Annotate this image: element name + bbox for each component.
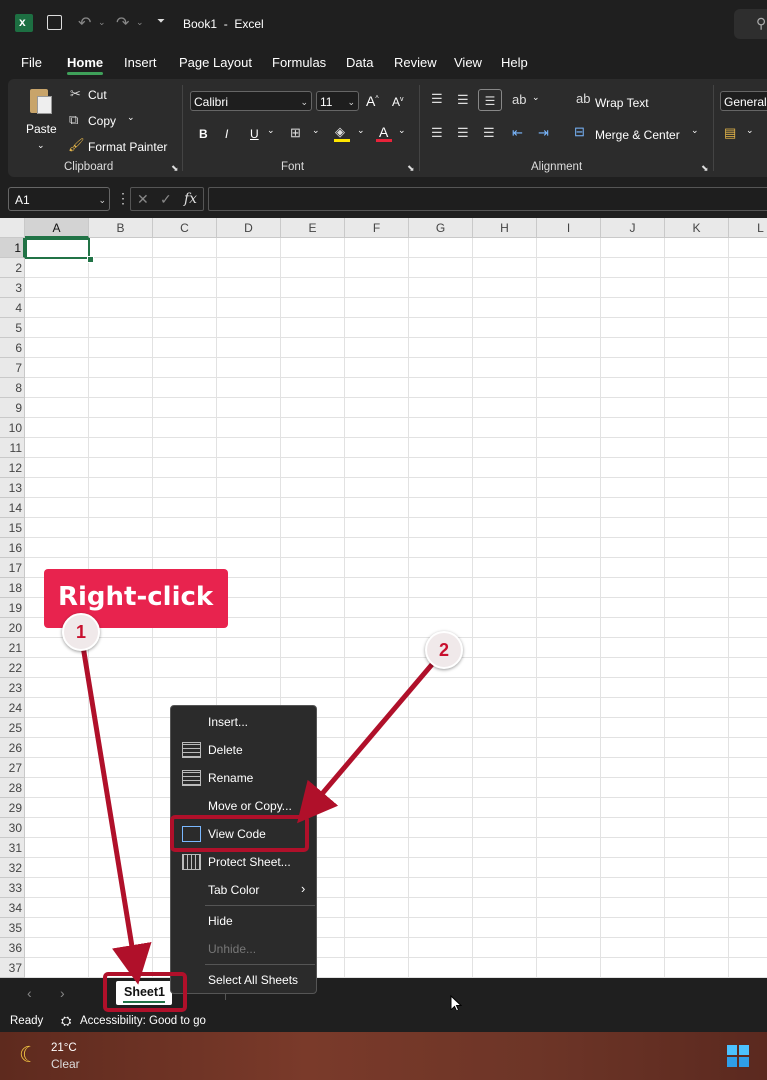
highlight-sheet-tab <box>103 972 187 1012</box>
highlight-view-code <box>170 815 309 852</box>
step-badge-2: 2 <box>425 631 463 669</box>
step-badge-1: 1 <box>62 613 100 651</box>
arrow-1 <box>79 639 152 985</box>
arrow-2 <box>297 653 442 824</box>
annotation-arrows <box>79 639 442 985</box>
